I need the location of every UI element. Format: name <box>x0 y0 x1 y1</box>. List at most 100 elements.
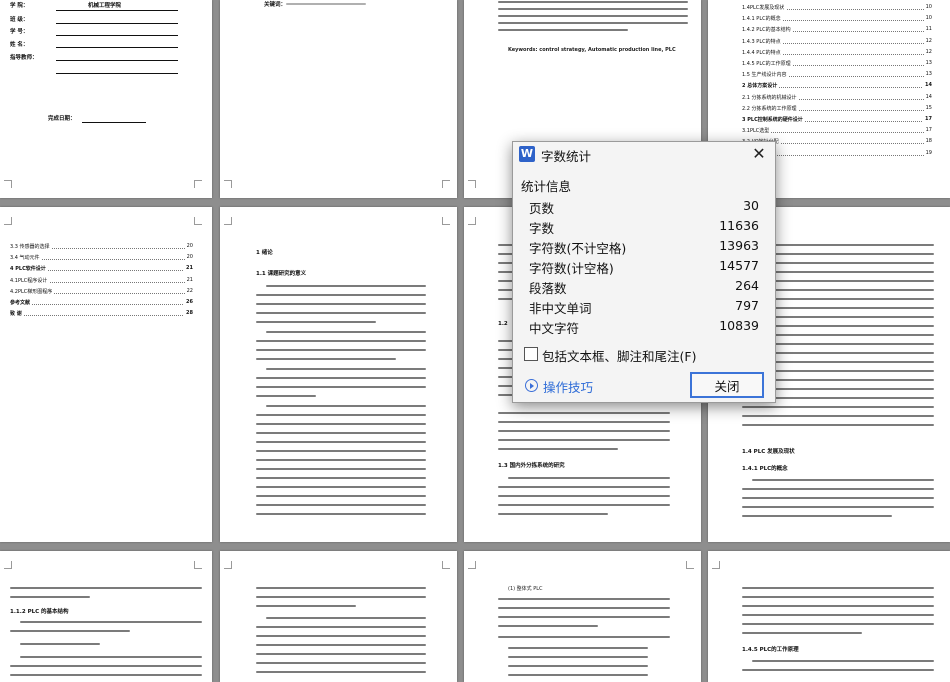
close-button[interactable]: 关闭 <box>690 372 764 398</box>
text-line <box>10 665 202 667</box>
toc-entry[interactable]: 1.4.4 PLC的特点 12 <box>742 48 932 58</box>
toc-entry-page: 12 <box>923 48 932 55</box>
stat-label: 中文字符 <box>529 321 580 336</box>
text-line <box>508 665 648 667</box>
toc-entry-page: 19 <box>923 149 932 156</box>
text-line <box>774 298 934 300</box>
text-line <box>256 653 426 655</box>
toc-entry[interactable]: 3.1PLC选型 17 <box>742 126 932 136</box>
text-line <box>774 379 934 381</box>
corner-mark <box>194 180 202 188</box>
toc-entry[interactable]: 1.5 生产线设计内容 13 <box>742 70 932 80</box>
page-thumbnail-row3-1[interactable]: 1.1.2 PLC 的基本结构 <box>0 551 212 682</box>
stat-row-chars-with-spaces: 字符数(计空格) 14577 <box>529 257 759 277</box>
dialog-titlebar[interactable]: W 字数统计 ✕ <box>513 142 775 166</box>
page-thumbnail-row3-2[interactable] <box>220 551 457 682</box>
play-circle-icon[interactable] <box>525 379 538 392</box>
toc-entry[interactable]: 3.4 气动元件 20 <box>10 253 193 263</box>
stat-value: 10839 <box>719 318 759 333</box>
text-line <box>774 334 934 336</box>
toc-entry[interactable]: 1.4.5 PLC的工作原理 13 <box>742 59 932 69</box>
toc-entry[interactable]: 4 PLC软件设计 21 <box>10 264 193 274</box>
page-thumbnail-row3-4[interactable]: 1.4.5 PLC的工作原理 <box>708 551 950 682</box>
text-line <box>256 605 356 607</box>
cover-underline <box>82 122 146 123</box>
text-line <box>774 397 934 399</box>
stat-row-chinese-chars: 中文字符 10839 <box>529 317 759 337</box>
corner-mark <box>194 561 202 569</box>
text-line <box>498 495 670 497</box>
text-line <box>498 412 670 414</box>
corner-mark <box>224 180 232 188</box>
toc-entry-page: 14 <box>923 82 932 89</box>
toc-entry[interactable]: 1.4.3 PLC的特点 12 <box>742 37 932 47</box>
cover-label-advisor: 指导教师： <box>10 55 38 61</box>
include-footnotes-checkbox[interactable] <box>524 347 538 361</box>
tips-link[interactable]: 操作技巧 <box>543 377 593 396</box>
include-footnotes-label[interactable]: 包括文本框、脚注和尾注(F) <box>542 346 696 365</box>
section-heading: 1.4 PLC 发展及现状 <box>742 449 795 455</box>
toc-entry[interactable]: 1.4PLC发展及现状 10 <box>742 3 932 13</box>
toc-entry[interactable]: 致 谢 28 <box>10 309 193 319</box>
cover-underline <box>56 10 178 11</box>
text-line <box>774 361 934 363</box>
toc-entry-page: 14 <box>923 93 932 100</box>
text-line <box>508 674 648 676</box>
toc-entry-page: 12 <box>923 37 932 44</box>
word-count-dialog: W 字数统计 ✕ 统计信息 页数 30 字数 11636 字符数(不计空格) 1… <box>512 141 776 403</box>
cover-date-label: 完成日期： <box>48 116 76 122</box>
text-line <box>20 643 100 645</box>
text-line <box>774 262 934 264</box>
toc-entry-page: 13 <box>923 71 932 78</box>
toc-entry[interactable]: 4.2PLC梯形图程序 22 <box>10 287 193 297</box>
page-thumbnail-cover[interactable]: 学 院： 机械工程学院 班 级： 学 号： 姓 名： 指导教师： 完成日期： <box>0 0 212 198</box>
toc-entry[interactable]: 3.3 传感器的选择 20 <box>10 242 193 252</box>
corner-mark <box>4 561 12 569</box>
toc-entry-page: 20 <box>184 243 193 249</box>
toc-entry[interactable]: 4.1PLC程序设计 21 <box>10 276 193 286</box>
toc-entry[interactable]: 1.4.2 PLC的基本结构 11 <box>742 25 932 35</box>
stat-label: 字符数(不计空格) <box>529 241 627 256</box>
page-thumbnail-row3-3[interactable]: (1) 整体式 PLC <box>464 551 701 682</box>
toc-entry-title: 1.4PLC发展及现状 <box>742 4 787 11</box>
text-line <box>774 325 934 327</box>
toc-entry[interactable]: 2 总体方案设计 14 <box>742 81 932 91</box>
text-line <box>752 660 934 662</box>
text-line <box>774 370 934 372</box>
text-line <box>498 616 670 618</box>
toc-entry[interactable]: 3 PLC控制系统的硬件设计 17 <box>742 115 932 125</box>
text-line <box>774 280 934 282</box>
page-thumbnail-abstract-cn[interactable]: 关键词： <box>220 0 457 198</box>
text-line <box>742 614 934 616</box>
toc-entry-title: 4.1PLC程序设计 <box>10 276 50 284</box>
keywords-label: 关键词： <box>264 2 287 8</box>
text-line <box>774 316 934 318</box>
text-line <box>10 596 90 598</box>
text-line <box>742 605 934 607</box>
text-line <box>20 656 202 658</box>
text-line <box>742 415 934 417</box>
list-heading: (1) 整体式 PLC <box>508 586 543 592</box>
text-line <box>774 343 934 345</box>
toc-entry[interactable]: 1.4.1 PLC的概念 10 <box>742 14 932 24</box>
toc-entry-page: 18 <box>923 138 932 145</box>
text-line <box>774 307 934 309</box>
page-thumbnail-intro[interactable]: 1 绪论 1.1 课题研究的意义 <box>220 207 457 542</box>
toc-entry[interactable]: 2.1 分拣系统的机械设计 14 <box>742 93 932 103</box>
cover-label-class: 班 级： <box>10 17 29 23</box>
close-icon[interactable]: ✕ <box>749 144 769 164</box>
text-line <box>742 497 934 499</box>
toc-entry[interactable]: 参考文献 26 <box>10 298 193 308</box>
corner-mark <box>468 561 476 569</box>
page-thumbnail-toc-2[interactable]: 3.3 传感器的选择 20 3.4 气动元件 20 4 PLC软件设计 21 4.1PLC程… <box>0 207 212 542</box>
text-line <box>508 647 648 649</box>
stat-row-pages: 页数 30 <box>529 197 759 217</box>
corner-mark <box>4 180 12 188</box>
text-line <box>774 253 934 255</box>
toc-entry[interactable]: 2.2 分拣系统的工作原理 15 <box>742 104 932 114</box>
toc-entry-page: 11 <box>923 26 932 33</box>
text-line <box>498 1 688 3</box>
text-line <box>774 289 934 291</box>
stat-value: 14577 <box>719 258 759 273</box>
toc-entry-title: 2.1 分拣系统的机械设计 <box>742 93 799 101</box>
